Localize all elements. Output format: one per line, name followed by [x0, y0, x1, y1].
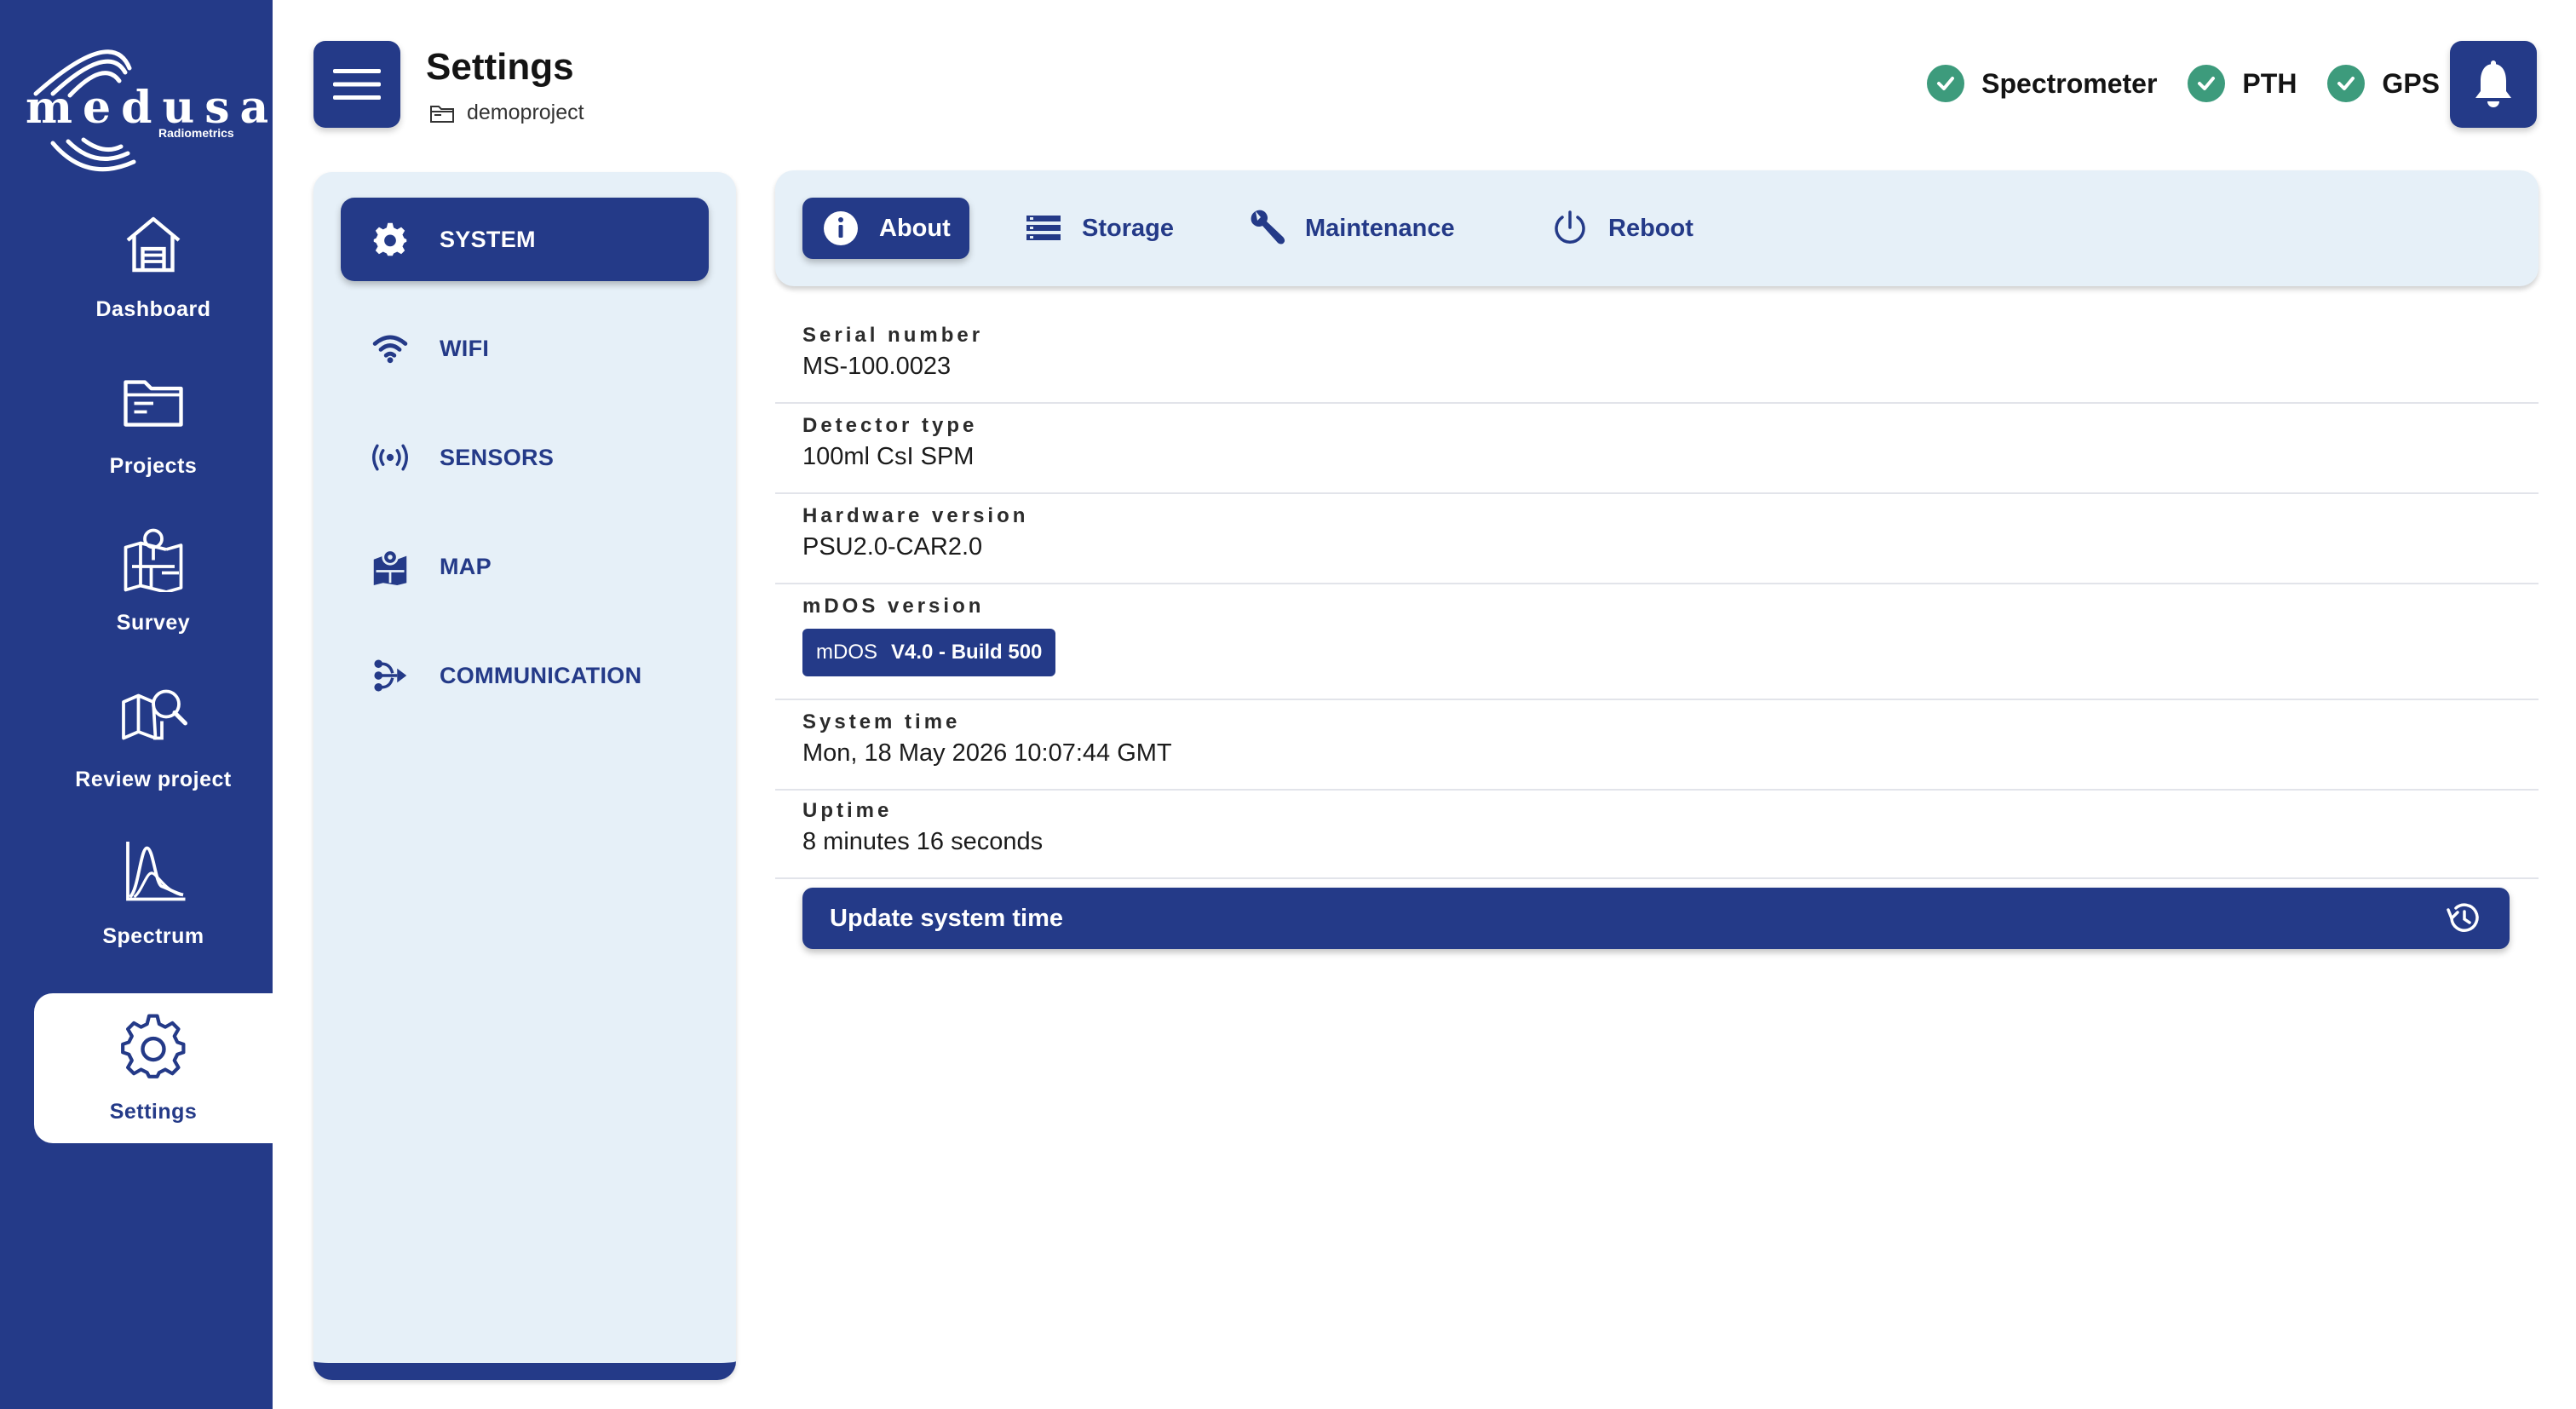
info-value: MS-100.0023: [802, 353, 952, 380]
house-icon: [126, 216, 181, 272]
storage-list-icon: [1026, 216, 1061, 240]
version-prefix: mDOS: [816, 641, 877, 664]
info-value: 100ml CsI SPM: [802, 443, 975, 470]
menu-button[interactable]: [313, 41, 400, 128]
brand-logo[interactable]: medusa Radiometrics: [19, 34, 268, 187]
info-system-time: System time Mon, 18 May 2026 10:07:44 GM…: [775, 710, 2539, 791]
nav-item-spectrum[interactable]: Spectrum: [34, 818, 273, 968]
category-system[interactable]: SYSTEM: [341, 198, 709, 281]
nav-label: Projects: [109, 453, 198, 478]
side-nav: medusa Radiometrics Dashboard Projects S…: [0, 0, 273, 1409]
button-label: Update system time: [830, 904, 1063, 932]
category-label: WIFI: [440, 335, 490, 361]
nav-item-review-project[interactable]: Review project: [34, 661, 273, 811]
nav-item-dashboard[interactable]: Dashboard: [34, 191, 273, 341]
tab-maintenance[interactable]: Maintenance: [1228, 198, 1474, 259]
folder-icon: [124, 379, 183, 427]
update-system-time-button[interactable]: Update system time: [802, 888, 2510, 949]
tab-label: About: [879, 214, 951, 242]
nav-label: Survey: [116, 610, 191, 635]
info-serial-number: Serial number MS-100.0023: [775, 324, 2539, 404]
tab-about[interactable]: About: [802, 198, 969, 259]
info-label: Serial number: [802, 324, 984, 347]
nav-label: Settings: [109, 1099, 198, 1124]
tab-label: Maintenance: [1305, 214, 1455, 242]
brand-subtitle: Radiometrics: [158, 126, 234, 140]
folder-icon: [430, 105, 454, 123]
status-gps: GPS: [2327, 65, 2440, 102]
sensor-broadcast-icon: [372, 444, 408, 471]
settings-categories-panel: SYSTEM WIFI SENSORS MAP COMMUNICATION: [313, 172, 736, 1380]
wrench-icon: [1251, 210, 1285, 244]
check-icon: [1927, 65, 1965, 102]
gear-icon: [373, 222, 407, 256]
nav-label: Dashboard: [95, 296, 211, 321]
info-label: System time: [802, 710, 961, 733]
category-wifi[interactable]: WIFI: [341, 307, 709, 390]
version-value: V4.0 - Build 500: [891, 641, 1043, 664]
tab-label: Reboot: [1608, 214, 1693, 242]
category-label: SYSTEM: [440, 226, 536, 252]
nav-item-survey[interactable]: Survey: [34, 504, 273, 654]
notifications-button[interactable]: [2450, 41, 2537, 128]
version-badge: mDOS V4.0 - Build 500: [802, 629, 1056, 676]
check-icon: [2327, 65, 2366, 102]
tab-label: Storage: [1082, 214, 1174, 242]
map-pin-icon: [373, 549, 407, 585]
info-label: Uptime: [802, 799, 893, 822]
current-project: demoproject: [429, 101, 584, 125]
info-uptime: Uptime 8 minutes 16 seconds: [775, 799, 2539, 879]
map-search-icon: [122, 689, 187, 739]
share-nodes-icon: [374, 659, 407, 692]
status-spectrometer: Spectrometer: [1927, 65, 2157, 102]
info-value: Mon, 18 May 2026 10:07:44 GMT: [802, 739, 1172, 767]
project-name: demoproject: [467, 101, 584, 124]
brand-name: medusa: [26, 82, 279, 134]
info-icon: [824, 211, 858, 245]
category-label: MAP: [440, 553, 492, 579]
category-communication[interactable]: COMMUNICATION: [341, 634, 709, 717]
status-label: Spectrometer: [1981, 67, 2158, 99]
nav-label: Review project: [75, 767, 232, 791]
info-label: Detector type: [802, 414, 978, 437]
bell-icon: [2475, 60, 2511, 107]
info-value: 8 minutes 16 seconds: [802, 828, 1044, 855]
page-title: Settings: [426, 46, 574, 88]
category-map[interactable]: MAP: [341, 525, 709, 608]
info-mdos-version: mDOS version mDOS V4.0 - Build 500: [775, 595, 2539, 700]
category-label: COMMUNICATION: [440, 662, 642, 688]
info-label: mDOS version: [802, 595, 985, 618]
status-label: GPS: [2382, 67, 2440, 99]
system-tabs: About Storage Maintenance Reboot: [775, 170, 2539, 286]
power-icon: [1555, 210, 1585, 244]
spectrum-chart-icon: [126, 841, 186, 900]
survey-map-icon: [124, 528, 183, 592]
info-hardware-version: Hardware version PSU2.0-CAR2.0: [775, 504, 2539, 584]
gear-icon: [121, 1013, 186, 1078]
info-value: PSU2.0-CAR2.0: [802, 533, 983, 561]
nav-item-projects[interactable]: Projects: [34, 348, 273, 497]
hamburger-icon: [333, 69, 381, 100]
info-detector-type: Detector type 100ml CsI SPM: [775, 414, 2539, 494]
tab-storage[interactable]: Storage: [1005, 198, 1193, 259]
history-icon: [2447, 903, 2479, 932]
wifi-icon: [372, 335, 408, 364]
info-label: Hardware version: [802, 504, 1029, 527]
nav-label: Spectrum: [102, 923, 204, 948]
category-label: SENSORS: [440, 444, 555, 470]
category-sensors[interactable]: SENSORS: [341, 416, 709, 499]
status-pth: PTH: [2188, 65, 2297, 102]
check-icon: [2188, 65, 2226, 102]
tab-reboot[interactable]: Reboot: [1532, 198, 1712, 259]
status-label: PTH: [2242, 67, 2297, 99]
nav-item-settings[interactable]: Settings: [34, 993, 273, 1143]
device-status-bar: Spectrometer PTH GPS: [1896, 65, 2440, 102]
